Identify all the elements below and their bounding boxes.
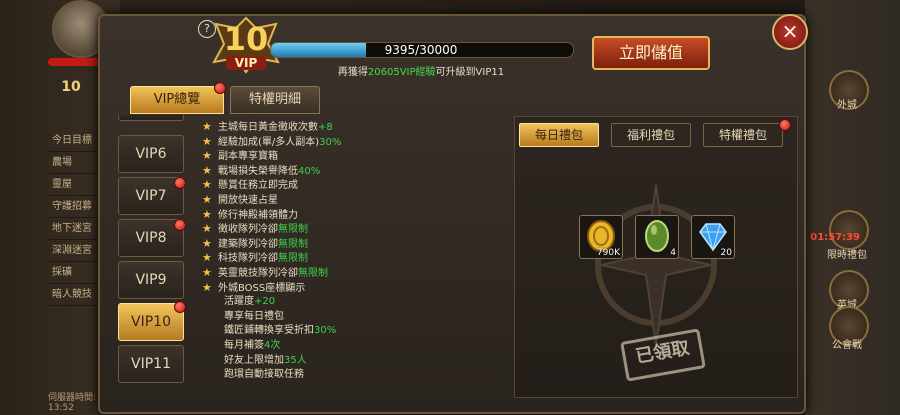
- benefit-text: 副本專享寶箱: [218, 151, 278, 163]
- benefit-row: ★ 懸賞任務立即完成: [202, 178, 512, 193]
- benefit-text: 主城每日黃金徵收次數: [218, 122, 318, 133]
- vip-benefits-list: ★ 主城每日黃金徵收次數+8 ★ 經驗加成(單/多人副本)30% ★ 副本專享寶箱 ★ 戰場損…: [202, 120, 512, 383]
- gift-item-diamond[interactable]: 20: [691, 215, 735, 259]
- benefit-row: 每月補簽4次: [202, 339, 512, 354]
- benefit-row: ★ 戰場損失榮譽降低40%: [202, 164, 512, 179]
- gift-item-gold[interactable]: 790K: [579, 215, 623, 259]
- star-icon: ★: [202, 207, 212, 221]
- benefit-row: ★ 主城每日黃金徵收次數+8: [202, 120, 512, 135]
- star-icon: ★: [202, 280, 212, 294]
- tab-privilege-details[interactable]: 特權明細: [230, 86, 320, 114]
- vip-exp-text: 9395/30000: [384, 43, 458, 57]
- star-icon: ★: [202, 178, 212, 192]
- benefit-text: 英靈競技隊列冷卻: [218, 267, 298, 279]
- vip7-notification-dot: [174, 177, 186, 189]
- notification-dot: [214, 82, 226, 94]
- benefit-row: ★ 外城BOSS座標顯示: [202, 281, 512, 296]
- upgrade-message: 再獲得20605VIP經驗可升級到VIP11: [270, 63, 572, 78]
- gift-item-count: 790K: [596, 248, 620, 258]
- benefit-row: 鐵匠鋪轉換享受折扣30%: [202, 324, 512, 339]
- star-icon: ★: [202, 222, 212, 236]
- benefit-highlight: 30%: [314, 325, 337, 337]
- star-icon: ★: [202, 192, 212, 206]
- benefit-text: 懸賞任務立即完成: [218, 180, 298, 192]
- benefit-row: 好友上限增加35人: [202, 354, 512, 369]
- benefit-row: ★ 科技隊列冷卻無限制: [202, 251, 512, 266]
- upgrade-msg-amount: 20605VIP經驗: [367, 67, 436, 78]
- topup-button[interactable]: 立即儲值: [592, 36, 710, 70]
- limited-gift-button[interactable]: [829, 210, 869, 250]
- close-button[interactable]: ×: [772, 14, 808, 50]
- benefit-highlight: +8: [318, 122, 333, 133]
- vip-item-11[interactable]: VIP11: [118, 345, 184, 383]
- benefit-highlight: +20: [254, 296, 276, 308]
- benefit-text: 開放快速占星: [218, 194, 278, 206]
- countdown-timer: 01:57:39: [810, 232, 860, 243]
- benefit-text: 戰場損失榮譽降低: [218, 165, 298, 177]
- star-icon: ★: [202, 163, 212, 177]
- upgrade-msg-pre: 再獲得: [337, 67, 368, 78]
- gift-item-count: 4: [670, 248, 676, 258]
- benefit-row: ★ 修行神殿補領體力: [202, 208, 512, 223]
- tab-vip-overview[interactable]: VIP總覽: [130, 86, 224, 114]
- vip-level-number: 10: [223, 20, 269, 58]
- vip-item-9[interactable]: VIP9: [118, 261, 184, 299]
- vip-badge-label: VIP: [226, 56, 266, 70]
- upgrade-msg-post: 可升級到VIP11: [435, 67, 505, 78]
- benefit-row: 活躍度+20: [202, 295, 512, 310]
- gift-tab-daily[interactable]: 每日禮包: [519, 123, 599, 147]
- benefit-row: ★ 建築隊列冷卻無限制: [202, 237, 512, 252]
- benefit-highlight: 35人: [284, 354, 307, 366]
- star-icon: ★: [202, 265, 212, 279]
- emblem-decoration-icon: [595, 184, 717, 346]
- benefit-highlight: 4次: [264, 339, 281, 351]
- benefit-highlight: 40%: [298, 165, 321, 177]
- benefit-row: ★ 英靈競技隊列冷卻無限制: [202, 266, 512, 281]
- benefit-text: 專享每日禮包: [224, 310, 284, 322]
- star-icon: ★: [202, 251, 212, 265]
- benefit-highlight: 無限制: [278, 253, 308, 265]
- star-icon: ★: [202, 149, 212, 163]
- benefit-row: 跑環自動接取任務: [202, 368, 512, 383]
- left-vip-level[interactable]: 10: [56, 72, 86, 102]
- gift-item-count: 20: [720, 248, 732, 258]
- benefit-row: ★ 副本專享寶箱: [202, 149, 512, 164]
- benefit-highlight: 30%: [319, 136, 342, 148]
- benefit-text: 活躍度: [224, 296, 254, 308]
- benefit-highlight: 無限制: [278, 238, 308, 250]
- star-icon: ★: [202, 120, 212, 133]
- benefit-row: ★ 開放快速占星: [202, 193, 512, 208]
- benefit-text: 每月補簽: [224, 339, 264, 351]
- benefit-text: 修行神殿補領體力: [218, 209, 298, 221]
- benefit-text: 鐵匠鋪轉換享受折扣: [224, 325, 314, 337]
- right-hud: 外城 限時禮包 英城 公會戰: [805, 0, 900, 415]
- benefit-text: 好友上限增加: [224, 354, 284, 366]
- vip-item-partial[interactable]: [118, 115, 184, 121]
- benefit-text: 建築隊列冷卻: [218, 238, 278, 250]
- vip8-notification-dot: [174, 219, 186, 231]
- gift-tab-privilege[interactable]: 特權禮包: [703, 123, 783, 147]
- gift-item-gem[interactable]: 4: [635, 215, 679, 259]
- benefit-text: 跑環自動接取任務: [224, 369, 304, 381]
- benefit-text: 外城BOSS座標顯示: [218, 282, 306, 294]
- benefit-text: 科技隊列冷卻: [218, 253, 278, 265]
- vip-level-list[interactable]: VIP6 VIP7 VIP8 VIP9 VIP10 VIP11: [112, 115, 190, 395]
- star-icon: ★: [202, 134, 212, 148]
- benefit-row: 專享每日禮包: [202, 310, 512, 325]
- benefit-text: 徵收隊列冷卻: [218, 224, 278, 236]
- gift-area: 每日禮包 福利禮包 特權禮包 790K 4 20 已領取: [514, 116, 798, 398]
- guild-war-label: 公會戰: [832, 340, 862, 351]
- outer-city-label: 外城: [837, 100, 857, 111]
- limited-gift-label: 限時禮包: [827, 250, 867, 261]
- gift-tab-welfare[interactable]: 福利禮包: [611, 123, 691, 147]
- benefit-row: ★ 徵收隊列冷卻無限制: [202, 222, 512, 237]
- vip-item-6[interactable]: VIP6: [118, 135, 184, 173]
- gift-privilege-dot: [779, 119, 791, 131]
- benefit-highlight: 無限制: [298, 267, 328, 279]
- benefit-highlight: 無限制: [278, 224, 308, 236]
- benefit-row: ★ 經驗加成(單/多人副本)30%: [202, 135, 512, 150]
- vip10-notification-dot: [174, 301, 186, 313]
- benefit-text: 經驗加成(單/多人副本): [218, 136, 320, 148]
- star-icon: ★: [202, 236, 212, 250]
